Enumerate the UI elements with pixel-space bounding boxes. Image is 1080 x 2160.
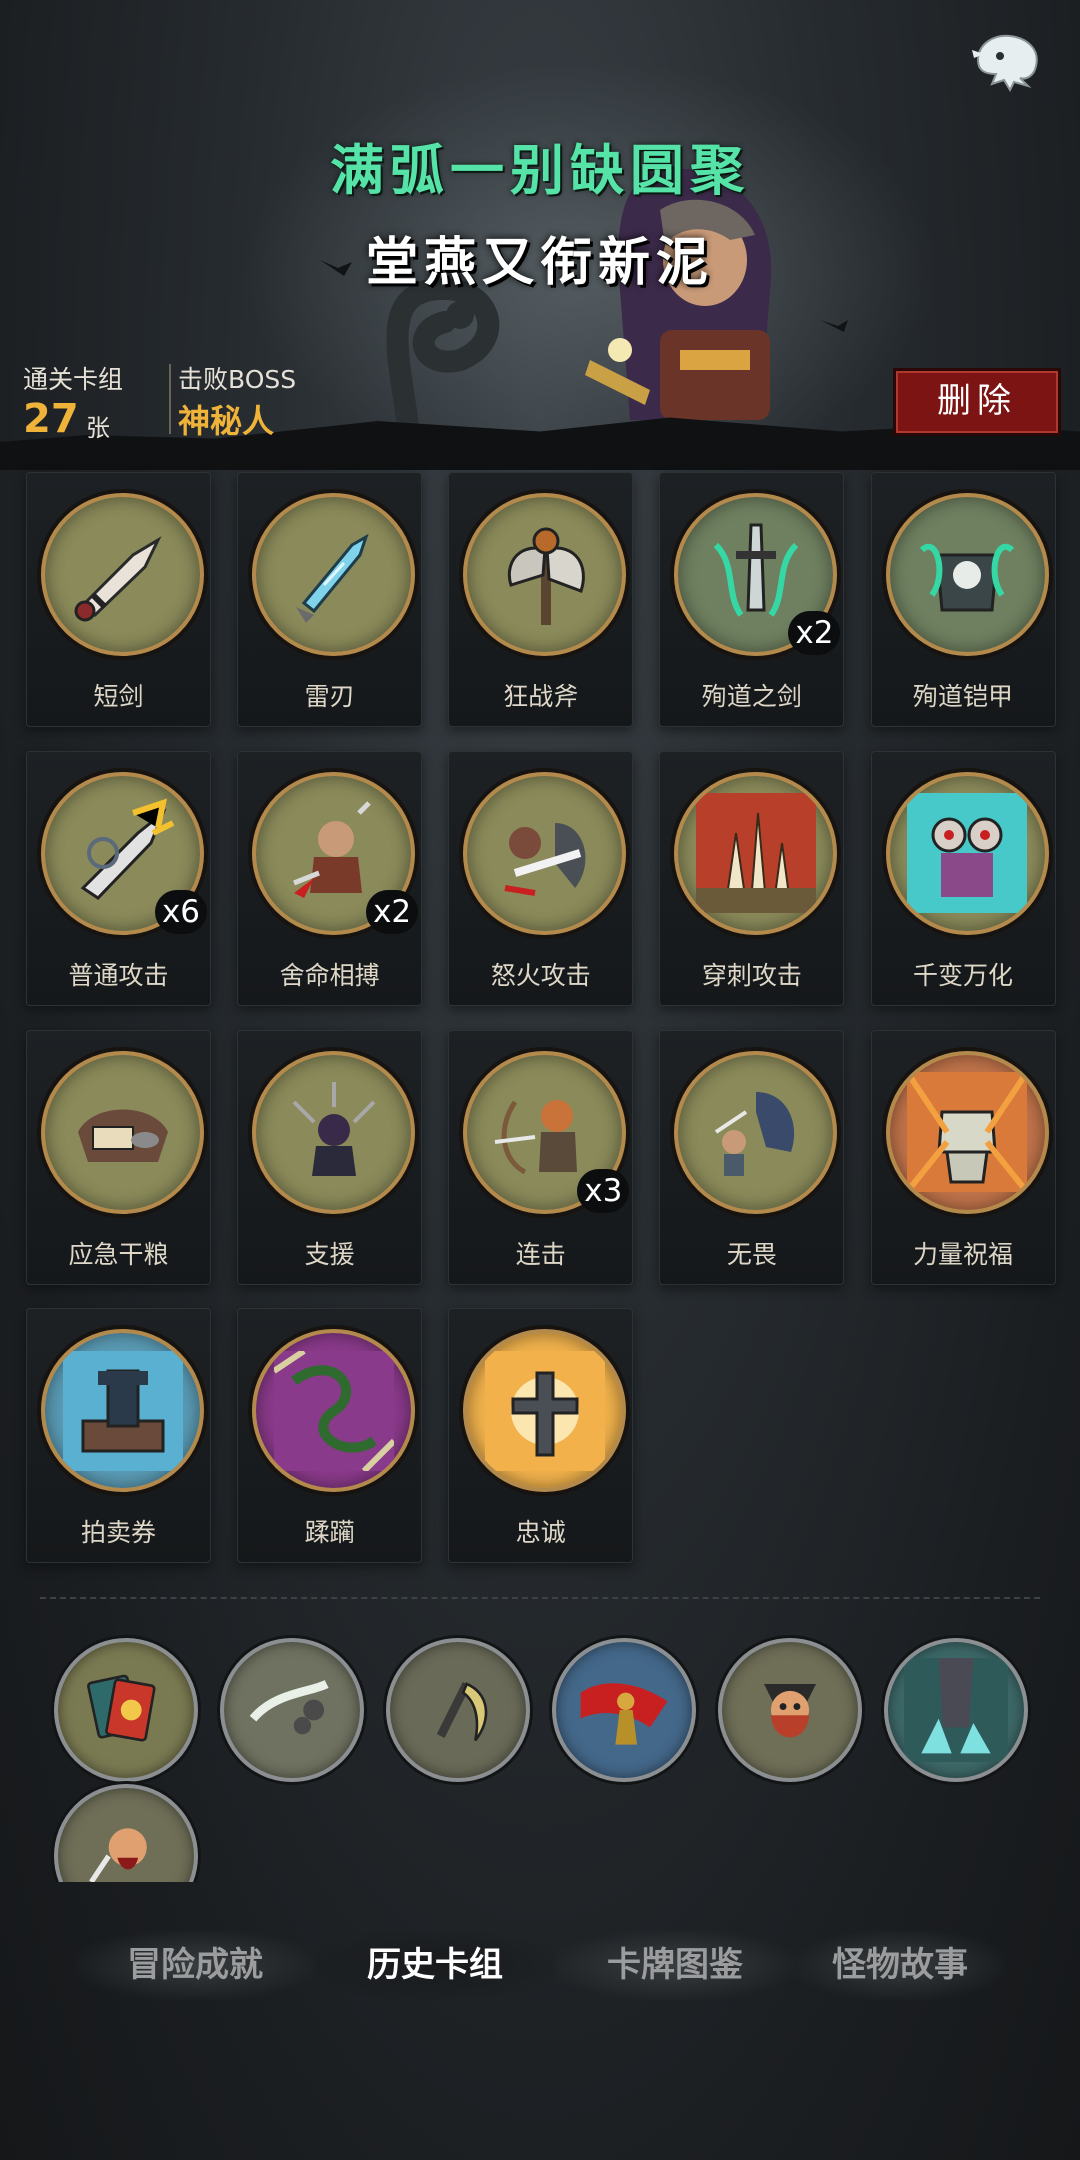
card-art [674,1050,838,1214]
back-button[interactable] [970,26,1048,93]
relic-item[interactable] [220,1638,364,1782]
card-name: 蹂躏 [304,1518,355,1548]
card-art [463,771,627,935]
card-art [41,1329,204,1493]
tab-monster[interactable]: 怪物故事 [795,1930,1005,2000]
relic-item[interactable] [718,1638,862,1782]
relic-item[interactable] [386,1638,530,1782]
card-item[interactable]: 短剑 [26,472,211,727]
auction-ticket-icon [62,1350,183,1471]
card-item[interactable]: x2 殉道之剑 [659,472,845,727]
card-item[interactable]: 穿刺攻击 [659,750,845,1006]
card-item[interactable]: 怒火攻击 [448,750,634,1006]
defeated-boss-label: 击败BOSS [178,365,297,394]
card-item[interactable]: 无畏 [659,1029,845,1285]
card-art [463,493,627,656]
card-item[interactable]: 狂战斧 [448,472,634,727]
card-name: 无畏 [726,1239,777,1269]
cleared-deck-label: 通关卡组 [23,365,124,394]
card-art [463,1329,627,1493]
fearless-icon [714,1092,794,1177]
card-item[interactable]: 支援 [237,1029,423,1285]
tarot-cards-icon [87,1674,156,1742]
relic-row [0,1630,1080,1882]
card-name: 忠诚 [515,1518,566,1548]
card-art [674,771,838,935]
card-count-badge: x2 [788,611,841,655]
tab-history[interactable]: 历史卡组 [315,1930,555,2000]
title-line-1: 满弧一别缺圆聚 [330,139,750,202]
scythe-blade-icon [436,1682,488,1742]
card-item[interactable]: x6 普通攻击 [26,750,211,1006]
card-item[interactable]: 蹂躏 [237,1308,423,1564]
card-art [885,493,1049,656]
slashing-chain-icon [249,1680,329,1735]
relic-item[interactable] [54,1638,198,1782]
relic-item[interactable] [552,1638,696,1782]
card-art [41,493,204,656]
title-line-2: 堂燕又衔新泥 [365,233,714,293]
thunder-blade-icon [295,533,369,623]
crystal-pillar-icon [904,1658,1008,1762]
fury-attack-icon [504,823,586,897]
section-divider [40,1597,1040,1599]
card-count-badge: x3 [577,1168,630,1213]
card-name: 千变万化 [913,960,1014,990]
card-art [885,771,1049,935]
card-item[interactable]: 雷刃 [237,472,423,727]
card-item[interactable]: 应急干粮 [26,1029,211,1285]
emergency-ration-icon [77,1109,168,1163]
card-count-badge: x6 [155,889,207,934]
stats-divider [169,364,171,434]
card-item[interactable]: 拍卖券 [26,1308,211,1564]
loyalty-icon [484,1350,605,1471]
dagger-icon [74,535,162,621]
relic-item[interactable] [54,1784,198,1882]
card-art [252,1050,416,1214]
card-item[interactable]: 忠诚 [448,1308,634,1564]
card-name: 怒火攻击 [490,960,591,990]
pierce-attack-icon [695,793,816,914]
card-name: 力量祝福 [913,1239,1014,1269]
ravage-icon [273,1350,394,1471]
ghost-back-icon [972,34,1038,93]
card-name: 殉道铠甲 [913,682,1014,711]
card-art [252,493,416,656]
card-item[interactable]: x3 连击 [448,1029,634,1285]
delete-button[interactable]: 删除 [893,368,1061,436]
card-name: 普通攻击 [68,960,169,990]
card-name: 短剑 [93,682,144,711]
cleared-deck-unit: 张 [86,414,110,442]
card-item[interactable]: 千变万化 [870,750,1056,1006]
strength-blessing-icon [907,1072,1028,1193]
card-name: 雷刃 [304,682,355,711]
card-name: 拍卖券 [80,1518,156,1548]
card-art [885,1050,1049,1214]
card-name: 殉道之剑 [701,682,802,711]
defeated-boss-name: 神秘人 [178,402,275,440]
red-cape-warrior-icon [580,1683,668,1745]
tab-adventure[interactable]: 冒险成就 [75,1930,315,2000]
support-icon [292,1082,376,1177]
card-name: 舍命相搏 [279,960,380,990]
berserker-axe-icon [507,527,585,625]
card-count-badge: x2 [366,889,419,934]
card-item[interactable]: 殉道铠甲 [870,472,1056,727]
card-name: 穿刺攻击 [701,960,802,990]
bearded-warrior-icon [764,1684,816,1738]
card-name: 支援 [304,1239,355,1269]
card-item[interactable]: x2 舍命相搏 [237,750,423,1006]
shapeshift-icon [907,793,1028,914]
card-name: 应急干粮 [68,1239,169,1269]
card-art [252,1329,416,1493]
martyr-armor-icon [919,543,1015,611]
screaming-warrior-icon [89,1828,147,1882]
card-name: 狂战斧 [503,682,579,711]
tab-codex[interactable]: 卡牌图鉴 [555,1930,795,2000]
card-name: 连击 [515,1239,566,1269]
relic-item[interactable] [884,1638,1028,1782]
card-item[interactable]: 力量祝福 [870,1029,1056,1285]
card-art [41,1050,204,1214]
cleared-deck-count: 27 [23,396,79,442]
